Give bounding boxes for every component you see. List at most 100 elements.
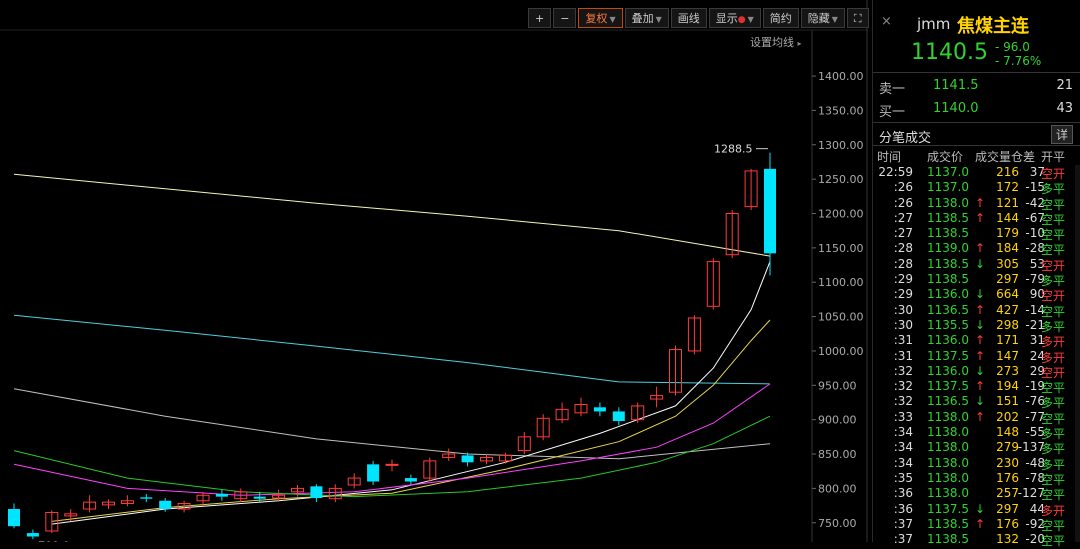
candlestick-chart[interactable]: 750.00 800.00 850.00 900.00 950.00 1000.00 105… [0, 0, 870, 549]
candle-body-down[interactable] [159, 500, 172, 510]
fuquan-button[interactable]: 复权 ▼ [578, 8, 623, 28]
caret-down-icon: ▼ [747, 15, 754, 24]
tick-time: :29 [893, 287, 913, 302]
candle-body-down[interactable] [140, 497, 153, 499]
minus-label: − [560, 12, 570, 25]
candle-body-up[interactable] [385, 463, 399, 466]
moving-average-line [13, 415, 771, 498]
moving-average-line [13, 173, 771, 257]
tick-time: :27 [893, 210, 913, 225]
tick-price: 1138.0 [927, 440, 969, 455]
tick-price: 1136.5 [927, 394, 969, 409]
tick-time: :26 [893, 180, 913, 195]
candle-body-down[interactable] [612, 411, 625, 422]
tick-row: :28 1139.0 ↑ 184 -28 空平 [873, 241, 1080, 257]
y-tick-label: 950.00 [818, 379, 857, 392]
change-percent: - 7.76% [995, 54, 1042, 68]
jianyue-button[interactable]: 简约 [762, 8, 799, 28]
candle-body-down[interactable] [367, 464, 380, 482]
bid-price: 1140.0 [933, 101, 979, 116]
tick-time: :30 [893, 317, 913, 332]
huaxian-button[interactable]: 画线 [670, 8, 707, 28]
tick-row: :35 1138.0 176 -78 空平 [873, 470, 1080, 487]
fullscreen-button[interactable]: ⛶ [846, 8, 869, 28]
candle-body-down[interactable] [310, 486, 323, 499]
candle-body-down[interactable] [8, 509, 20, 527]
candle-body-down[interactable] [461, 455, 474, 463]
tick-price: 1136.0 [927, 333, 969, 348]
tick-row: :36 1138.0 257 -127 空平 [873, 486, 1080, 502]
candle-body-down[interactable] [26, 533, 39, 537]
tick-time: :32 [893, 379, 913, 394]
tick-price: 1136.0 [927, 363, 969, 378]
tick-time: :33 [893, 409, 913, 424]
tick-detail-button[interactable]: 详 [1050, 125, 1073, 144]
y-tick-label: 1300.00 [818, 139, 864, 152]
tick-row: :30 1135.5 ↓ 298 -21 多平 [873, 317, 1080, 334]
tick-price: 1137.0 [927, 165, 969, 179]
bid-volume: 43 [1056, 101, 1073, 116]
y-tick-label: 750.00 [818, 517, 857, 530]
caret-down-icon: ▼ [609, 15, 616, 24]
close-icon[interactable]: × [881, 14, 892, 29]
candle-body-down[interactable] [764, 168, 776, 254]
yincang-button[interactable]: 隐藏 ▼ [800, 8, 845, 28]
tick-row: :28 1138.5 ↓ 305 53 空开 [873, 256, 1080, 273]
tick-scrollbar[interactable] [1075, 165, 1080, 542]
fullscreen-label: ⛶ [853, 12, 862, 25]
tick-row: :32 1136.5 ↓ 151 -76 多平 [873, 394, 1080, 410]
y-tick-label: 1350.00 [818, 104, 864, 117]
arrow-up-icon: ↑ [975, 516, 986, 531]
contract-name: 焦煤主连 [957, 16, 1029, 37]
arrow-down-icon: ↓ [975, 501, 986, 516]
candle-body-down[interactable] [593, 407, 606, 412]
arrow-up-icon: ↑ [975, 348, 986, 363]
y-tick-label: 1100.00 [818, 276, 864, 289]
tick-row: :32 1137.5 ↑ 194 -19 空平 [873, 379, 1080, 395]
tick-price: 1136.0 [927, 287, 969, 302]
col-price: 成交价 [927, 150, 964, 164]
plus-button[interactable]: + [528, 8, 552, 28]
tick-time: :28 [893, 256, 913, 271]
diejia-label: 叠加 [631, 12, 654, 25]
tick-row: :27 1138.5 179 -10 空平 [873, 226, 1080, 242]
tick-row: :26 1138.0 ↑ 121 -42 空平 [873, 196, 1080, 212]
tick-price: 1135.5 [927, 317, 969, 332]
diejia-button[interactable]: 叠加 ▼ [624, 8, 669, 28]
arrow-up-icon: ↑ [975, 210, 986, 225]
candle-body-down[interactable] [253, 496, 266, 499]
kline-chart-area[interactable]: 750.00 800.00 850.00 900.00 950.00 1000.00 105… [0, 0, 870, 549]
tick-time: :34 [893, 440, 913, 455]
indicator-dot-icon: ● [737, 15, 746, 25]
tick-row: :26 1137.0 172 -15 多平 [873, 180, 1080, 196]
minus-button[interactable]: − [553, 8, 577, 28]
tick-time: :35 [893, 470, 913, 485]
tick-time: :31 [893, 333, 913, 348]
tick-type: 空平 [1041, 534, 1066, 549]
tick-row: :34 1138.0 230 -48 多平 [873, 455, 1080, 472]
candle-body-down[interactable] [404, 478, 417, 482]
tick-price: 1137.0 [927, 180, 969, 195]
tick-list[interactable]: 22:59 1137.0 216 37 空开:26 1137.0 172 -15 多平:26 11… [873, 165, 1080, 549]
high-price-label: 1288.5 [714, 143, 753, 156]
tick-time: :34 [893, 455, 913, 470]
y-tick-label: 1200.00 [818, 207, 864, 220]
y-tick-label: 1250.00 [818, 173, 864, 186]
xianshi-button[interactable]: 显示● ▼ [708, 8, 761, 28]
tick-time: :30 [893, 302, 913, 317]
quote-header: × jmm 焦煤主连 1140.5 - 96.0 - 7.76% [873, 0, 1080, 73]
tick-row: :29 1136.0 ↓ 664 90 空开 [873, 287, 1080, 303]
y-tick-label: 1150.00 [818, 242, 864, 255]
tick-price: 1138.5 [927, 210, 969, 225]
ma-setting-button[interactable]: 设置均线 ▸ [750, 34, 802, 50]
arrow-up-icon: ↑ [975, 333, 986, 348]
arrow-up-icon: ↑ [975, 241, 986, 256]
tick-time: :36 [893, 486, 913, 501]
arrow-down-icon: ↓ [975, 287, 986, 302]
tick-price: 1138.0 [927, 486, 969, 501]
bid-row: 买一 1140.0 43 [873, 101, 1080, 120]
candle-body-down[interactable] [215, 493, 228, 497]
arrow-up-icon: ↑ [975, 379, 986, 394]
ask-volume: 21 [1056, 78, 1073, 93]
arrow-down-icon: ↓ [975, 256, 986, 271]
